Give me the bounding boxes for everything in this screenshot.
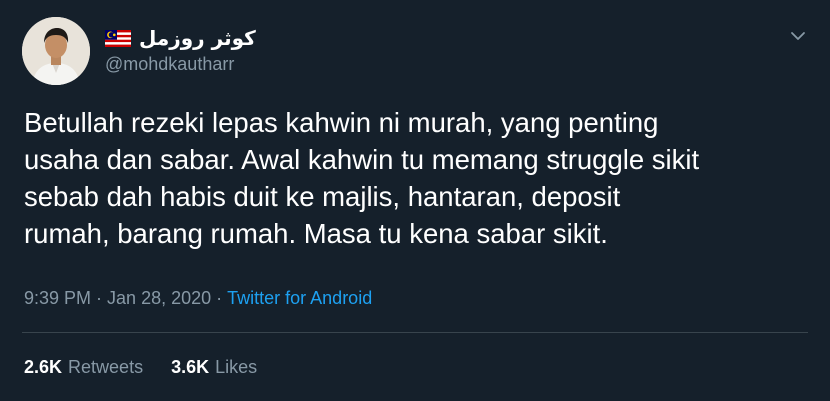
retweets-label: Retweets [68,357,144,377]
divider [22,332,808,333]
likes-label: Likes [215,357,258,377]
meta-separator: · [211,288,228,308]
retweets-stat[interactable]: 2.6K Retweets [24,357,143,378]
display-name-row[interactable]: كوثر روزمل [105,25,256,51]
author-handle[interactable]: @mohdkautharr [105,54,234,75]
retweets-count: 2.6K [24,357,63,377]
tweet-date[interactable]: Jan 28, 2020 [107,288,211,309]
tweet-text: Betullah rezeki lepas kahwin ni murah, y… [24,107,700,249]
likes-stat[interactable]: 3.6K Likes [171,357,257,378]
chevron-down-icon [791,32,805,40]
author-display-name: كوثر روزمل [139,26,256,50]
tweet-source-link[interactable]: Twitter for Android [227,288,372,309]
tweet-meta: 9:39 PM · Jan 28, 2020 · Twitter for And… [24,288,372,309]
likes-count: 3.6K [171,357,210,377]
tweet-time[interactable]: 9:39 PM [24,288,91,309]
avatar[interactable] [22,17,90,85]
malaysia-flag-icon [105,29,131,47]
avatar-image [22,17,90,85]
engagement-stats: 2.6K Retweets 3.6K Likes [24,357,257,378]
tweet-card: كوثر روزمل @mohdkautharr Betullah rezeki… [0,0,830,401]
more-options-button[interactable] [788,26,808,46]
meta-separator: · [91,288,108,308]
